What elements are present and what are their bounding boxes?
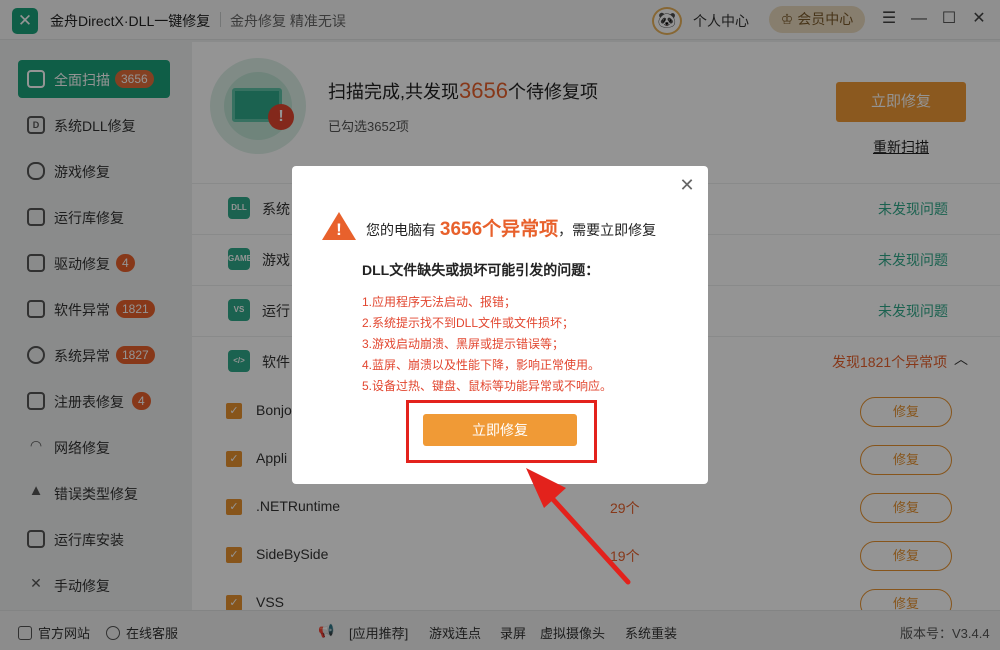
annotation-arrow-icon (526, 468, 631, 585)
